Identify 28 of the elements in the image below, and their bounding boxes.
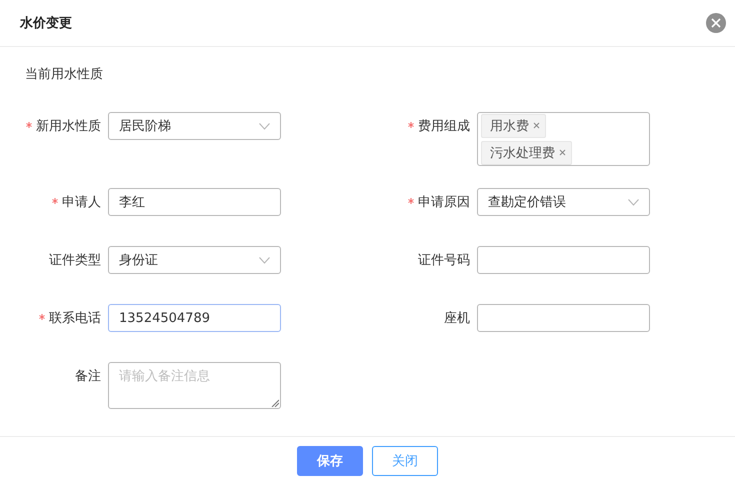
section-label: 当前用水性质 [25, 66, 104, 84]
field-label: 座机 [444, 310, 470, 327]
field-label: 申请原因 [418, 194, 470, 211]
input-field[interactable] [477, 304, 650, 332]
field-label: 联系电话 [49, 310, 101, 327]
dialog-title: 水价变更 [20, 14, 72, 32]
field-label: 备注 [75, 368, 101, 385]
field-label: 费用组成 [418, 118, 470, 135]
select-field[interactable]: 查勘定价错误 [477, 188, 650, 216]
caret-icon [259, 122, 270, 130]
input-field[interactable] [477, 246, 650, 274]
field-label: 申请人 [62, 194, 101, 211]
resize-handle-icon[interactable] [271, 399, 279, 407]
field-label: 证件号码 [418, 252, 470, 269]
tag: 污水处理费 [481, 140, 572, 164]
input-field[interactable]: 李红 [108, 188, 281, 216]
input-field[interactable]: 13524504789 [108, 304, 281, 332]
field-label: 证件类型 [49, 252, 101, 269]
select-field[interactable]: 居民阶梯 [108, 112, 281, 140]
close-icon[interactable] [559, 149, 566, 156]
field-label: 新用水性质 [36, 118, 101, 135]
caret-icon [628, 198, 639, 206]
close-icon[interactable] [706, 13, 726, 33]
tags-field[interactable]: 用水费 污水处理费 [477, 112, 650, 166]
caret-icon [259, 256, 270, 264]
close-icon[interactable] [533, 122, 540, 129]
select-field[interactable]: 身份证 [108, 246, 281, 274]
tag: 用水费 [481, 114, 546, 138]
